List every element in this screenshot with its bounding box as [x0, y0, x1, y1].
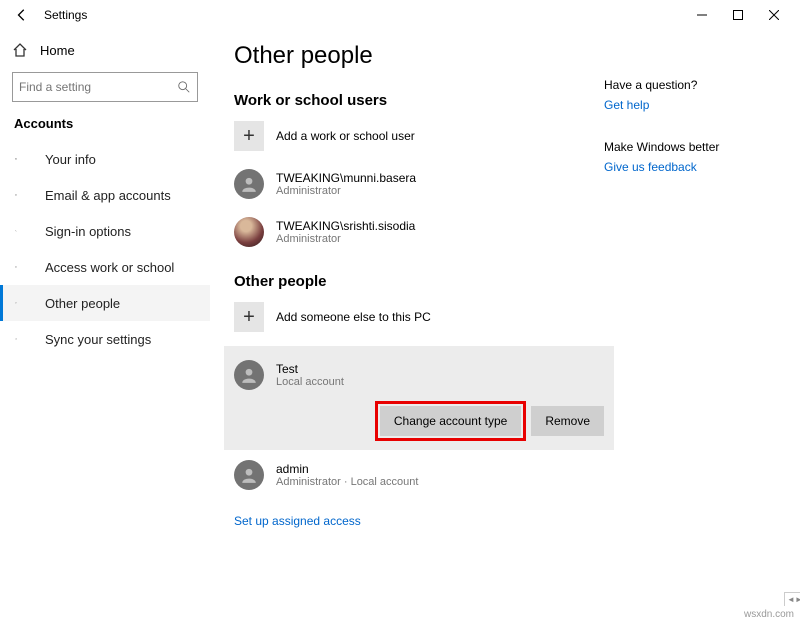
add-work-user-label: Add a work or school user — [276, 129, 415, 143]
sidebar-item-label: Sign-in options — [45, 224, 131, 239]
section-heading-work: Work or school users — [234, 92, 604, 109]
plus-icon: + — [234, 121, 264, 151]
help-heading: Have a question? — [604, 78, 774, 92]
section-heading-other: Other people — [234, 273, 604, 290]
sidebar-item-email[interactable]: Email & app accounts — [0, 177, 210, 213]
user-role: Administrator · Local account — [276, 476, 418, 488]
user-name: TWEAKING\munni.basera — [276, 171, 416, 185]
watermark: wsxdn.com — [744, 609, 794, 620]
maximize-button[interactable] — [720, 1, 756, 29]
add-someone-label: Add someone else to this PC — [276, 310, 431, 324]
assigned-access-link[interactable]: Set up assigned access — [234, 514, 361, 528]
sidebar-item-label: Sync your settings — [45, 332, 151, 347]
home-nav[interactable]: Home — [0, 36, 210, 64]
minimize-button[interactable] — [684, 1, 720, 29]
window-title: Settings — [44, 8, 87, 22]
sidebar-item-signin[interactable]: Sign-in options — [0, 213, 210, 249]
search-box[interactable] — [12, 72, 198, 102]
add-someone-button[interactable]: + Add someone else to this PC — [234, 302, 604, 332]
mail-icon — [15, 187, 31, 203]
scroll-right-icon[interactable]: ► — [795, 595, 800, 604]
plus-icon: + — [234, 302, 264, 332]
user-name: Test — [276, 362, 344, 376]
briefcase-icon — [15, 259, 31, 275]
sidebar-item-label: Email & app accounts — [45, 188, 171, 203]
people-icon — [15, 295, 31, 311]
horizontal-scrollbar[interactable]: ◄► — [784, 592, 800, 606]
avatar-icon — [234, 460, 264, 490]
sync-icon — [15, 331, 31, 347]
sidebar-item-sync[interactable]: Sync your settings — [0, 321, 210, 357]
user-row[interactable]: TWEAKING\munni.basera Administrator — [234, 165, 604, 203]
category-heading: Accounts — [0, 116, 210, 141]
avatar-icon — [234, 169, 264, 199]
help-sidebar: Have a question? Get help Make Windows b… — [604, 42, 774, 624]
page-title: Other people — [234, 42, 604, 70]
feedback-heading: Make Windows better — [604, 140, 774, 154]
user-row[interactable]: admin Administrator · Local account — [234, 456, 604, 494]
get-help-link[interactable]: Get help — [604, 98, 649, 112]
back-button[interactable] — [8, 8, 36, 22]
key-icon — [15, 223, 31, 239]
sidebar-item-label: Your info — [45, 152, 96, 167]
sidebar-item-work-school[interactable]: Access work or school — [0, 249, 210, 285]
search-input[interactable] — [19, 80, 177, 94]
change-account-type-button[interactable]: Change account type — [380, 406, 521, 436]
add-work-user-button[interactable]: + Add a work or school user — [234, 121, 604, 151]
remove-button[interactable]: Remove — [531, 406, 604, 436]
sidebar: Home Accounts Your info Email & app acco… — [0, 30, 210, 624]
scroll-left-icon[interactable]: ◄ — [787, 595, 795, 604]
user-name: TWEAKING\srishti.sisodia — [276, 219, 415, 233]
close-button[interactable] — [756, 1, 792, 29]
person-card-icon — [15, 151, 31, 167]
home-label: Home — [40, 43, 75, 58]
feedback-link[interactable]: Give us feedback — [604, 160, 697, 174]
user-row[interactable]: TWEAKING\srishti.sisodia Administrator — [234, 213, 604, 251]
avatar-icon — [234, 360, 264, 390]
sidebar-item-your-info[interactable]: Your info — [0, 141, 210, 177]
user-role: Local account — [276, 376, 344, 388]
user-role: Administrator — [276, 233, 415, 245]
search-icon — [177, 80, 191, 94]
content: Other people Work or school users + Add … — [234, 42, 604, 624]
sidebar-item-label: Access work or school — [45, 260, 174, 275]
selected-user-card[interactable]: Test Local account Change account type R… — [224, 346, 614, 450]
user-name: admin — [276, 462, 418, 476]
titlebar: Settings — [0, 0, 800, 30]
sidebar-item-label: Other people — [45, 296, 120, 311]
avatar-photo — [234, 217, 264, 247]
user-role: Administrator — [276, 185, 416, 197]
sidebar-item-other-people[interactable]: Other people — [0, 285, 210, 321]
